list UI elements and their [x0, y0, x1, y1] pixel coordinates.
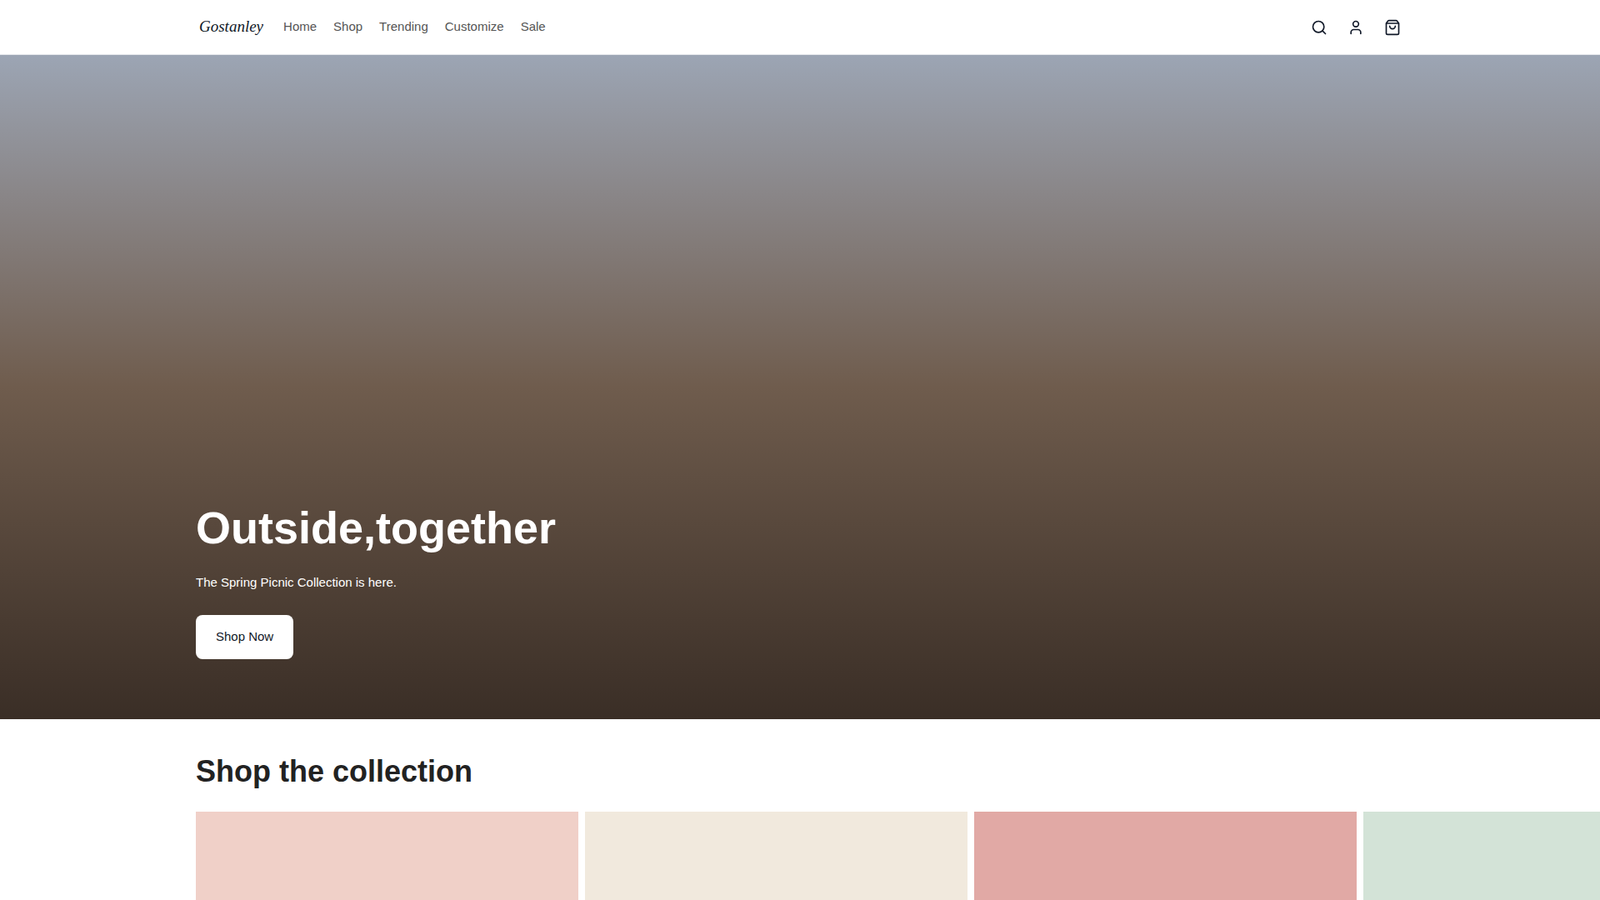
nav-link[interactable]: Home — [283, 17, 317, 37]
nav-link[interactable]: Sale — [520, 17, 546, 37]
nav-link[interactable]: Trending — [379, 17, 429, 37]
account-icon[interactable] — [1347, 19, 1365, 36]
nav-link[interactable]: Shop — [333, 17, 363, 37]
collection-section: Shop the collection — [0, 719, 1600, 900]
nav-link[interactable]: Customize — [445, 17, 505, 37]
hero-heading: Outside,together — [195, 500, 556, 557]
product-carousel — [195, 811, 1405, 900]
search-icon[interactable] — [1310, 19, 1328, 36]
top-nav: Gostanley Home Shop Trending Customize Sale — [0, 0, 1600, 55]
hero-banner: Outside,together The Spring Picnic Collec… — [0, 55, 1600, 720]
hero-subtitle: The Spring Picnic Collection is here. — [195, 573, 397, 593]
nav-links: Home Shop Trending Customize Sale — [283, 17, 546, 37]
logo[interactable]: Gostanley — [195, 15, 267, 40]
cart-icon[interactable] — [1384, 19, 1401, 36]
product-card[interactable] — [974, 811, 1357, 900]
product-card[interactable] — [195, 811, 579, 900]
product-card[interactable] — [1363, 811, 1600, 900]
shop-now-button[interactable]: Shop Now — [195, 615, 294, 660]
product-card[interactable] — [585, 811, 968, 900]
page: Gostanley Home Shop Trending Customize Sale Ou… — [0, 0, 1600, 900]
collection-title: Shop the collection — [195, 752, 1405, 790]
